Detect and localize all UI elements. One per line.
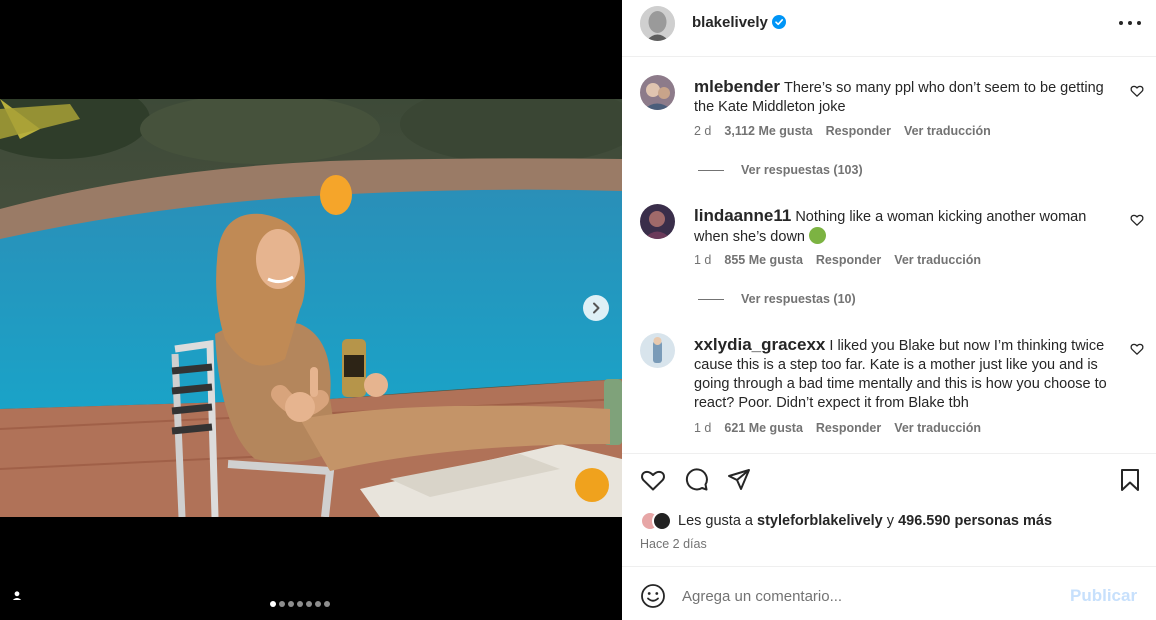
liker-avatar bbox=[652, 511, 672, 531]
like-heart-icon[interactable] bbox=[640, 467, 666, 493]
liker-username[interactable]: styleforblakelively bbox=[757, 513, 883, 529]
replies-line bbox=[698, 298, 724, 300]
heart-outline-icon[interactable] bbox=[1130, 213, 1144, 227]
publish-button[interactable]: Publicar bbox=[1070, 586, 1137, 606]
post-photo[interactable] bbox=[0, 99, 622, 517]
actions-divider bbox=[622, 453, 1156, 454]
likes-prefix: Les gusta a bbox=[678, 513, 753, 529]
verified-badge-icon bbox=[772, 15, 786, 29]
comment-body: xxlydia_gracexx I liked you Blake but now… bbox=[694, 335, 1119, 413]
commenter-avatar-image bbox=[640, 204, 675, 239]
chevron-right-icon bbox=[593, 302, 600, 314]
post-header: blakelively bbox=[622, 0, 1156, 45]
translate-button[interactable]: Ver traducción bbox=[894, 421, 981, 435]
author-username[interactable]: blakelively bbox=[692, 14, 768, 31]
reply-button[interactable]: Responder bbox=[816, 253, 881, 267]
commenter-avatar-image bbox=[640, 333, 675, 368]
likes-middle: y bbox=[886, 513, 895, 529]
reply-button[interactable]: Responder bbox=[826, 124, 891, 138]
tagged-users-button[interactable] bbox=[9, 588, 25, 604]
comment-time[interactable]: 1 d bbox=[694, 253, 711, 267]
view-replies-label: Ver respuestas (103) bbox=[741, 163, 863, 177]
more-options-button[interactable] bbox=[1119, 14, 1141, 32]
carousel-dot bbox=[306, 601, 312, 607]
commenter-avatar[interactable] bbox=[640, 204, 675, 239]
comment-meta: 1 d 855 Me gusta Responder Ver traducció… bbox=[694, 253, 981, 267]
carousel-dot bbox=[324, 601, 330, 607]
translate-button[interactable]: Ver traducción bbox=[894, 253, 981, 267]
carousel-indicator bbox=[270, 601, 330, 607]
user-tag-icon bbox=[9, 588, 25, 604]
comment-likes-count[interactable]: 3,112 Me gusta bbox=[724, 124, 812, 138]
comment-meta: 1 d 621 Me gusta Responder Ver traducció… bbox=[694, 421, 981, 435]
comment-bubble-icon[interactable] bbox=[683, 467, 709, 493]
comment-meta: 2 d 3,112 Me gusta Responder Ver traducc… bbox=[694, 124, 991, 138]
emoji-smiley-icon[interactable] bbox=[640, 583, 666, 609]
likes-count[interactable]: 496.590 personas más bbox=[898, 513, 1052, 529]
more-dot-icon bbox=[1137, 21, 1141, 25]
add-comment-input[interactable] bbox=[682, 582, 1062, 610]
save-bookmark-icon[interactable] bbox=[1117, 467, 1143, 493]
heart-outline-icon[interactable] bbox=[1130, 342, 1144, 356]
comment-body: lindaanne11 Nothing like a woman kicking … bbox=[694, 206, 1119, 247]
comment-username[interactable]: mlebender bbox=[694, 77, 780, 96]
commenter-avatar[interactable] bbox=[640, 333, 675, 368]
carousel-dot bbox=[297, 601, 303, 607]
nauseated-face-emoji-icon bbox=[809, 227, 827, 244]
post-details-panel: blakelively mlebender There’s so many ppl… bbox=[622, 0, 1156, 620]
comment-time[interactable]: 2 d bbox=[694, 124, 711, 138]
next-image-button[interactable] bbox=[583, 295, 609, 321]
view-replies-button[interactable]: Ver respuestas (103) bbox=[698, 163, 863, 177]
post-time-ago[interactable]: Hace 2 días bbox=[640, 537, 707, 551]
comment-body: mlebender There’s so many ppl who don’t s… bbox=[694, 77, 1119, 117]
author-avatar[interactable] bbox=[640, 6, 675, 41]
carousel-dot bbox=[279, 601, 285, 607]
comment-username[interactable]: xxlydia_gracexx bbox=[694, 335, 825, 354]
more-dot-icon bbox=[1119, 21, 1123, 25]
comment-time[interactable]: 1 d bbox=[694, 421, 711, 435]
view-replies-label: Ver respuestas (10) bbox=[741, 292, 856, 306]
author-avatar-image bbox=[640, 6, 675, 41]
carousel-dot bbox=[288, 601, 294, 607]
add-comment-divider bbox=[622, 566, 1156, 567]
carousel-dot bbox=[315, 601, 321, 607]
comment-username[interactable]: lindaanne11 bbox=[694, 206, 791, 225]
reply-button[interactable]: Responder bbox=[816, 421, 881, 435]
header-divider bbox=[622, 56, 1156, 57]
likes-summary: Les gusta a styleforblakelively y 496.59… bbox=[640, 511, 1052, 531]
commenter-avatar-image bbox=[640, 75, 675, 110]
more-dot-icon bbox=[1128, 21, 1132, 25]
translate-button[interactable]: Ver traducción bbox=[904, 124, 991, 138]
view-replies-button[interactable]: Ver respuestas (10) bbox=[698, 292, 856, 306]
poolside-photo-illustration bbox=[0, 99, 622, 517]
post-actions-bar bbox=[622, 463, 1156, 499]
comment-likes-count[interactable]: 621 Me gusta bbox=[724, 421, 803, 435]
replies-line bbox=[698, 169, 724, 171]
post-media-panel bbox=[0, 0, 622, 620]
share-send-icon[interactable] bbox=[726, 467, 752, 493]
commenter-avatar[interactable] bbox=[640, 75, 675, 110]
comment-likes-count[interactable]: 855 Me gusta bbox=[724, 253, 803, 267]
carousel-dot bbox=[270, 601, 276, 607]
heart-outline-icon[interactable] bbox=[1130, 84, 1144, 98]
